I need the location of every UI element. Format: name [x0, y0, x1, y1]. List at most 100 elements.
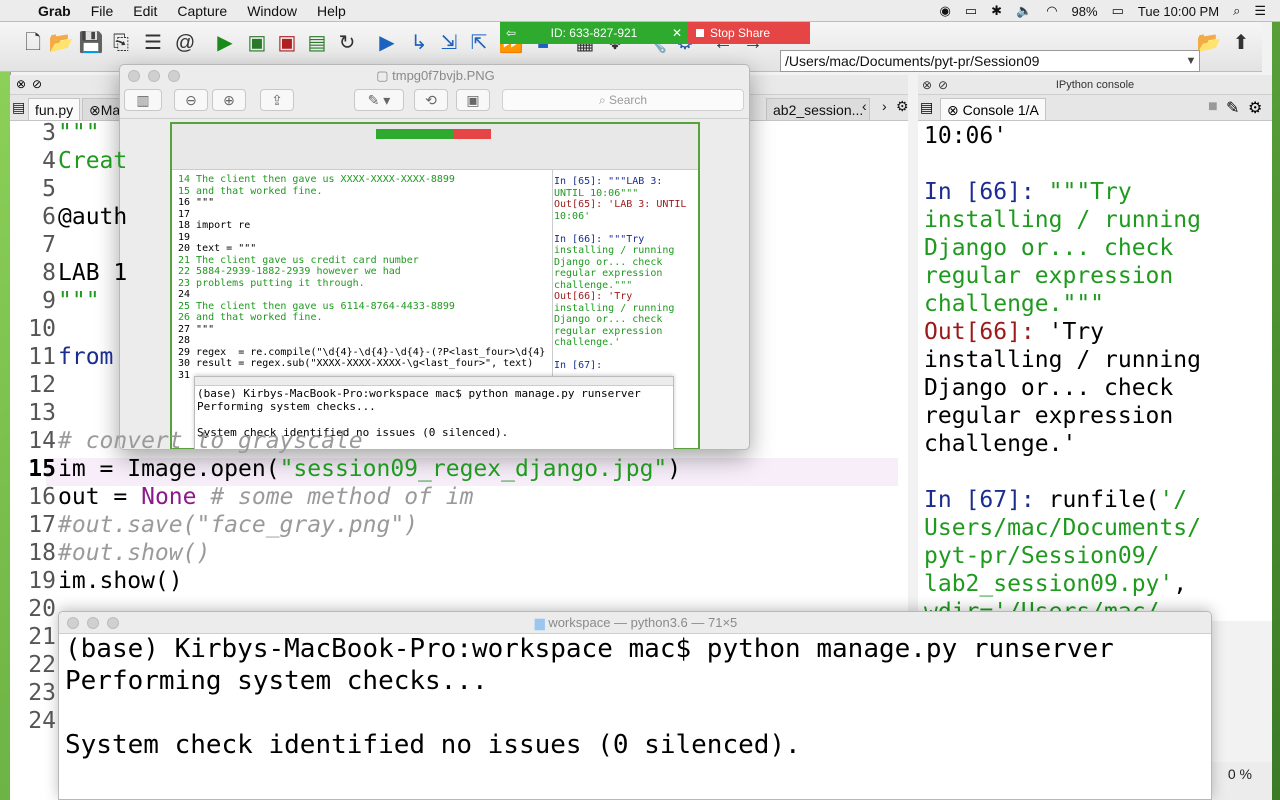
code-token: runfile( [1048, 487, 1160, 513]
code-token: im.show() [58, 568, 183, 594]
working-directory-input[interactable]: /Users/mac/Documents/pyt-pr/Session09 [780, 50, 1200, 72]
ipython-console[interactable]: 10:06' In [66]: """Try installing / runnin… [918, 121, 1272, 621]
menu-window[interactable]: Window [247, 3, 297, 19]
menu-help[interactable]: Help [317, 3, 346, 19]
browse-tabs-icon[interactable]: ▤ [12, 99, 25, 116]
sidebar-toggle-icon[interactable]: ▥ [124, 89, 162, 111]
notification-center-icon[interactable]: ☰ [1254, 3, 1266, 19]
console-line: In [66]: """Try [924, 179, 1132, 205]
wifi-icon[interactable]: ◠ [1046, 3, 1057, 19]
code-token: 10:06' [924, 123, 1008, 149]
gear-icon[interactable]: ⚙ [896, 98, 909, 115]
volume-icon[interactable]: 🔈 [1016, 3, 1032, 19]
minimize-window-icon[interactable] [87, 617, 99, 629]
save-all-icon[interactable]: ⎘ [108, 30, 134, 56]
toolbox-icon[interactable]: ▣ [456, 89, 490, 111]
bluetooth-icon[interactable]: ✱ [991, 3, 1002, 19]
menu-app-name[interactable]: Grab [38, 3, 71, 19]
rotate-icon[interactable]: ⟲ [414, 89, 448, 111]
terminal-titlebar: ▆ workspace — python3.6 — 71×5 [59, 612, 1211, 634]
code-token: #out.show() [58, 540, 211, 566]
menu-capture[interactable]: Capture [177, 3, 227, 19]
new-file-icon[interactable]: 🗋 [20, 30, 46, 56]
mini-console-line: challenge.""" [554, 279, 633, 291]
tab-lab2-session[interactable]: ab2_session... [766, 98, 871, 120]
code-token: from [58, 344, 128, 370]
mic-muted-icon[interactable]: ✕ [672, 26, 682, 40]
code-token: installing / running [924, 347, 1201, 373]
rerun-icon[interactable]: ↻ [334, 30, 360, 56]
menu-file[interactable]: File [91, 3, 114, 19]
close-pane-icon[interactable]: ⊗ [16, 77, 26, 91]
close-window-icon[interactable] [67, 617, 79, 629]
gear-icon[interactable]: ⚙ [1248, 98, 1262, 118]
stop-kernel-icon[interactable]: ■ [1208, 98, 1218, 116]
undock-pane-icon[interactable]: ⊘ [938, 75, 948, 95]
close-window-icon[interactable] [128, 70, 140, 82]
tab-fun-py[interactable]: fun.py [28, 98, 81, 120]
close-tab-icon[interactable]: ⊗ [89, 102, 101, 118]
tab-console-1a[interactable]: ⊗ Console 1/A [940, 98, 1046, 120]
run-cell-advance-icon[interactable]: ▣ [274, 30, 300, 56]
zoom-window-icon[interactable] [168, 70, 180, 82]
display-icon[interactable]: ▭ [965, 3, 977, 19]
mini-code-line: 26 and that worked fine. [178, 312, 323, 323]
close-tab-icon[interactable]: ⊗ [947, 102, 959, 118]
terminal-line: Performing system checks... [65, 666, 488, 696]
preview-image: 14 The client then gave us XXXX-XXXX-XXX… [170, 122, 700, 449]
markup-icon[interactable]: ✎ ▾ [354, 89, 404, 111]
string-literal: "session09_regex_django.jpg" [279, 456, 668, 482]
debug-icon[interactable]: ▶ [374, 30, 400, 56]
save-icon[interactable]: 💾 [78, 30, 104, 56]
zoom-in-icon[interactable]: ⊕ [212, 89, 246, 111]
step-return-icon[interactable]: ⇱ [466, 30, 492, 56]
record-icon[interactable]: ◉ [939, 3, 950, 19]
open-file-icon[interactable]: 📂 [48, 30, 74, 56]
battery-percent: 98% [1071, 3, 1098, 19]
battery-icon[interactable]: ▭ [1112, 3, 1124, 19]
clear-console-icon[interactable]: ✎ [1226, 98, 1239, 118]
preview-search-input[interactable]: ⌕ Search [502, 89, 744, 111]
console-header-title: IPython console [1055, 79, 1135, 91]
string-literal: lab2_session09.py' [924, 571, 1174, 597]
tab-scroll-left-icon[interactable]: ‹ [862, 98, 867, 114]
line-number: 6 [42, 204, 56, 230]
terminal-line: System check identified no issues (0 sil… [65, 730, 801, 760]
line-number: 13 [28, 400, 56, 426]
line-number: 20 [28, 596, 56, 622]
list-icon[interactable]: ☰ [140, 30, 166, 56]
share-icon[interactable]: ⇪ [260, 89, 294, 111]
tab-scroll-right-icon[interactable]: › [882, 98, 887, 114]
browse-tabs-icon[interactable]: ▤ [920, 99, 933, 116]
run-cell-icon[interactable]: ▣ [244, 30, 270, 56]
step-into-icon[interactable]: ⇲ [436, 30, 462, 56]
zoom-out-icon[interactable]: ⊖ [174, 89, 208, 111]
stop-share-button[interactable]: Stop Share [688, 22, 810, 44]
close-pane-icon[interactable]: ⊗ [922, 75, 932, 95]
output-prompt: Out[66]: [924, 319, 1049, 345]
mini-terminal-line: (base) Kirbys-MacBook-Pro:workspace mac$… [197, 387, 641, 400]
console-line: pyt-pr/Session09/ [924, 543, 1159, 569]
zoom-window-icon[interactable] [107, 617, 119, 629]
console-line: installing / running [924, 207, 1201, 233]
line-number: 14 [28, 428, 56, 454]
spotlight-icon[interactable]: ⌕ [1233, 3, 1240, 19]
code-token: regular expression [924, 403, 1174, 429]
preview-window: ▢ tmpg0f7bvjb.PNG ▥ ⊖ ⊕ ⇪ ✎ ▾ ⟲ ▣ ⌕ Sear… [119, 64, 750, 450]
chevron-down-icon[interactable]: ▼ [1182, 50, 1200, 72]
code-token: # convert to grayscale [58, 428, 363, 454]
run-icon[interactable]: ▶ [212, 30, 238, 56]
run-selection-icon[interactable]: ▤ [304, 30, 330, 56]
undock-pane-icon[interactable]: ⊘ [32, 77, 42, 91]
image-file-icon: ▢ [376, 68, 393, 83]
mini-console-line: Out[66]: 'Try [554, 291, 633, 302]
arrow-left-icon: ⇦ [506, 26, 517, 40]
menu-edit[interactable]: Edit [133, 3, 157, 19]
console-line: regular expression [924, 263, 1173, 289]
step-icon[interactable]: ↳ [406, 30, 432, 56]
at-icon[interactable]: @ [172, 30, 198, 56]
minimize-window-icon[interactable] [148, 70, 160, 82]
clock[interactable]: Tue 10:00 PM [1138, 4, 1219, 19]
parent-directory-icon[interactable]: ⬆ [1228, 30, 1254, 56]
mini-code-line: 29 regex = re.compile("\d{4}-\d{4}-\d{4}… [178, 346, 546, 358]
